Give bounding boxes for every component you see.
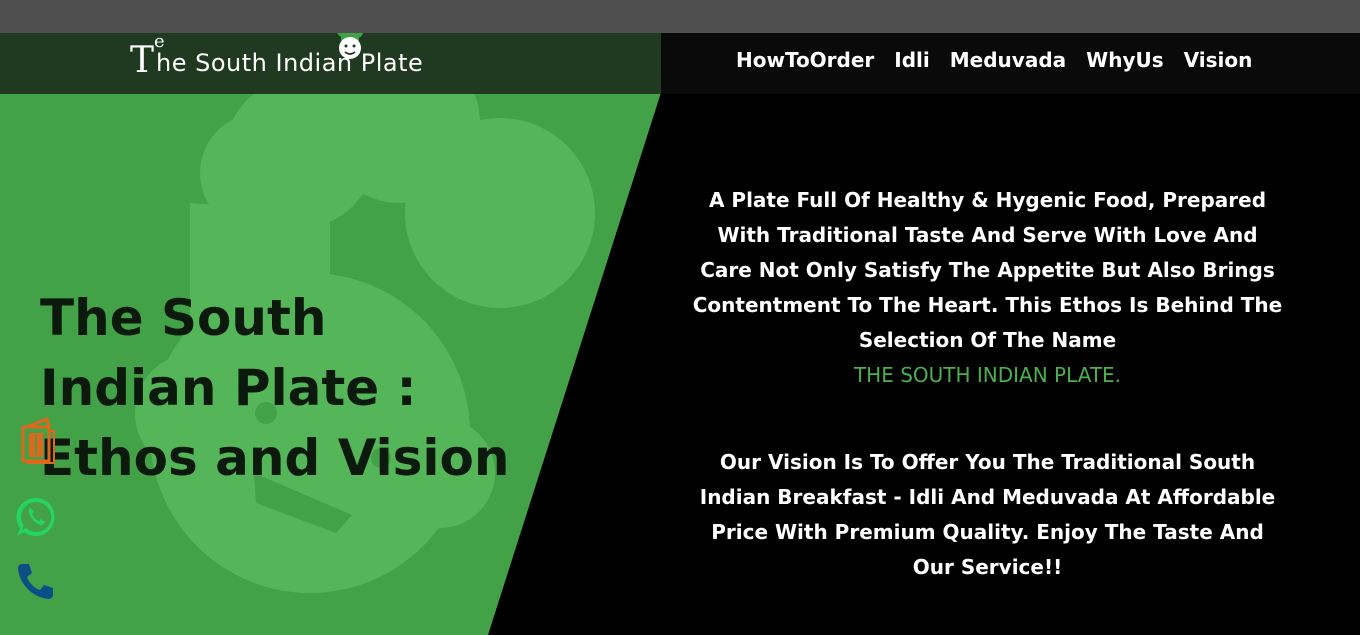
nav-link-idli[interactable]: Idli — [894, 47, 929, 73]
phone-icon — [18, 564, 53, 599]
ethos-vision-copy: A Plate Full Of Healthy & Hygenic Food, … — [690, 183, 1285, 585]
site-header: T e he South Indian Plate HowToOrder Idl… — [0, 33, 1360, 94]
nav-link-how-to-order[interactable]: HowToOrder — [736, 47, 874, 73]
main-nav: HowToOrder Idli Meduvada WhyUs Vision — [736, 47, 1272, 73]
ethos-paragraph: A Plate Full Of Healthy & Hygenic Food, … — [692, 188, 1283, 352]
page-title: The South Indian Plate : Ethos and Visio… — [40, 289, 510, 487]
vision-paragraph: Our Vision Is To Offer You The Tradition… — [699, 450, 1276, 579]
menu-card-icon — [21, 416, 55, 464]
nav-link-meduvada[interactable]: Meduvada — [950, 47, 1066, 73]
site-logo-link[interactable]: T e he South Indian Plate — [130, 33, 424, 83]
brand-highlight: THE SOUTH INDIAN PLATE. — [853, 363, 1122, 387]
logo-wordmark: he South Indian Plate — [156, 49, 424, 77]
whatsapp-button[interactable] — [14, 495, 58, 543]
logo-initial: T — [130, 40, 155, 81]
nav-link-why-us[interactable]: WhyUs — [1086, 47, 1163, 73]
hero-section: T e he South Indian Plate HowToOrder Idl… — [0, 33, 1360, 635]
browser-top-bar — [0, 0, 1360, 33]
nav-link-vision[interactable]: Vision — [1184, 47, 1253, 73]
phone-call-button[interactable] — [16, 561, 56, 605]
chef-logo-icon — [337, 33, 363, 59]
whatsapp-icon — [16, 497, 55, 536]
menu-card-button[interactable] — [20, 416, 56, 471]
